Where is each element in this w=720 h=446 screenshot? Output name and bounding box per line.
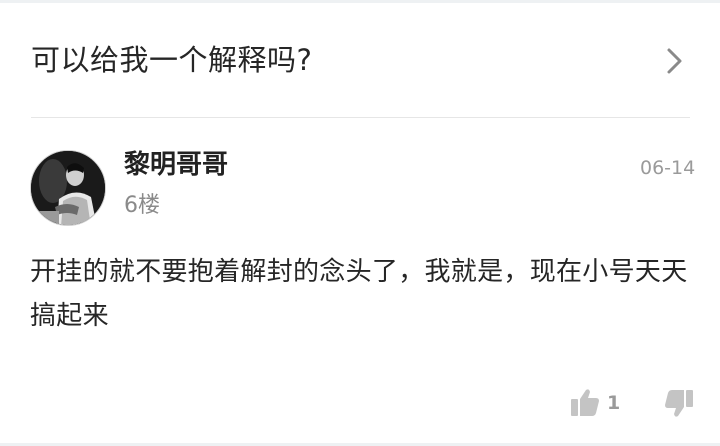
reply-page: 可以给我一个解释吗? 黎明哥哥 6楼 06-14 开挂的就不要抱着解封的念头了，… <box>0 0 720 446</box>
floor-number: 6楼 <box>124 193 160 218</box>
thumbs-up-icon <box>571 389 599 416</box>
avatar-photo <box>31 151 105 225</box>
username[interactable]: 黎明哥哥 <box>124 147 228 183</box>
section-divider <box>31 117 690 118</box>
reply-date: 06-14 <box>640 157 696 179</box>
thumbs-down-icon <box>665 390 693 417</box>
dislike-button[interactable] <box>663 388 697 422</box>
like-count: 1 <box>607 392 621 414</box>
reply-content: 开挂的就不要抱着解封的念头了，我就是，现在小号天天搞起来 <box>30 257 688 331</box>
like-button[interactable]: 1 <box>569 386 629 420</box>
question-title: 可以给我一个解释吗? <box>31 43 313 77</box>
avatar[interactable] <box>30 150 106 226</box>
question-header[interactable]: 可以给我一个解释吗? <box>0 3 720 117</box>
chevron-right-icon[interactable] <box>664 46 686 76</box>
